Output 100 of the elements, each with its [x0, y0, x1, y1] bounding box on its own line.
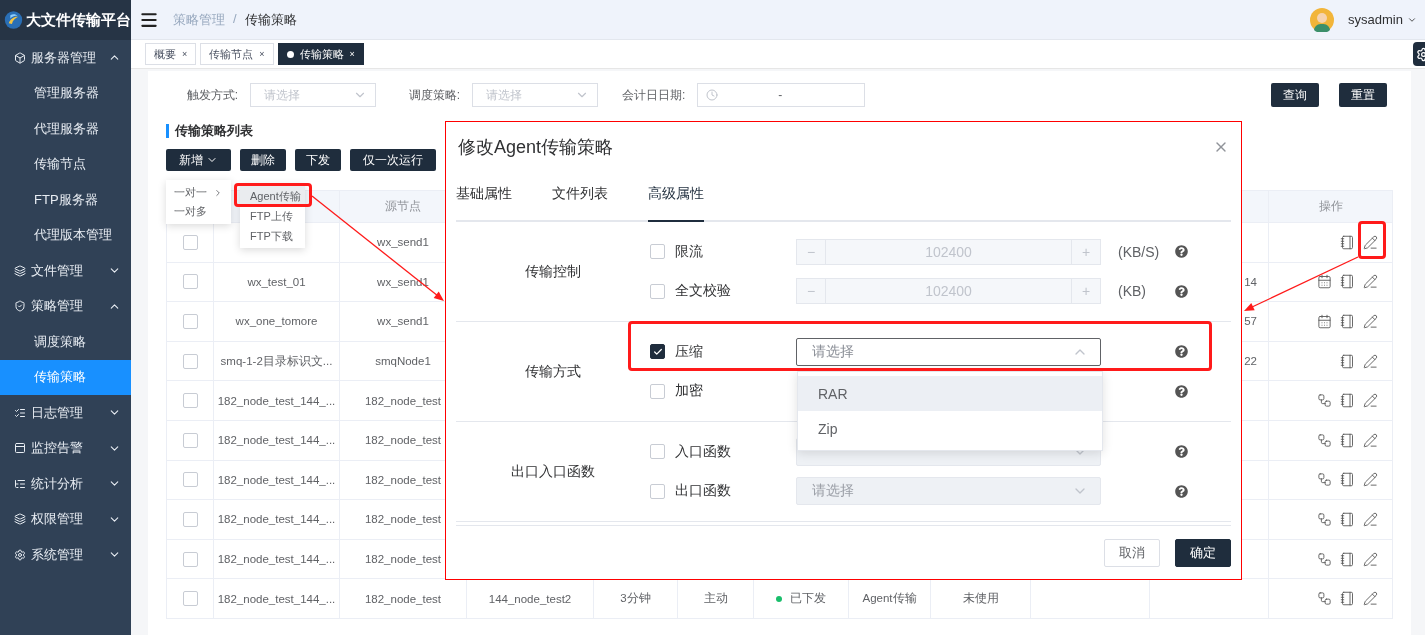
menu-group[interactable]: 文件管理 — [0, 253, 131, 289]
submenu-option[interactable]: FTP下载 — [240, 226, 305, 246]
calendar-icon[interactable] — [1317, 314, 1332, 329]
layers-icon — [14, 513, 26, 526]
panel-icon — [14, 442, 26, 455]
toolbar-button[interactable]: 下发 — [295, 149, 341, 171]
dropdown-option[interactable]: Zip — [798, 411, 1102, 446]
menu-group[interactable]: 统计分析 — [0, 466, 131, 502]
user-name[interactable]: sysadmin — [1348, 12, 1403, 27]
edit-icon[interactable] — [1363, 472, 1378, 488]
filter-button[interactable]: 重置 — [1339, 83, 1387, 107]
menu-item[interactable]: 调度策略 — [0, 324, 131, 360]
menu-item[interactable]: FTP服务器 — [0, 182, 131, 218]
edit-icon[interactable] — [1363, 432, 1378, 448]
help-icon[interactable] — [1175, 445, 1188, 459]
table-cell: 182_node_test_144_... — [214, 460, 340, 501]
toolbar-button[interactable]: 仅一次运行 — [350, 149, 436, 171]
menu-group[interactable]: 策略管理 — [0, 288, 131, 324]
cancel-button[interactable]: 取消 — [1104, 538, 1160, 567]
option-label: 加密 — [675, 382, 704, 401]
menu-group[interactable]: 监控告警 — [0, 430, 131, 466]
flow-icon[interactable] — [1317, 432, 1332, 448]
flow-icon[interactable] — [1317, 511, 1332, 527]
section-label: 传输方式 — [525, 362, 581, 381]
table-cell: smq-1-2目录标识文... — [214, 341, 340, 382]
edit-icon[interactable] — [1363, 591, 1378, 607]
edit-icon[interactable] — [1363, 234, 1378, 250]
help-icon[interactable] — [1175, 384, 1188, 398]
select-field[interactable]: 请选择 — [796, 337, 1101, 366]
avatar[interactable] — [1310, 7, 1335, 32]
menu-group[interactable]: 日志管理 — [0, 395, 131, 431]
edit-icon[interactable] — [1363, 393, 1378, 409]
page-tab[interactable]: 传输节点 × — [200, 43, 274, 65]
edit-icon[interactable] — [1363, 511, 1378, 527]
flow-icon[interactable] — [1317, 551, 1332, 567]
menu-option[interactable]: 一对多 — [166, 202, 231, 221]
edit-icon[interactable] — [1363, 353, 1378, 369]
list-icon — [14, 406, 26, 419]
close-icon[interactable]: × — [182, 49, 188, 59]
menu-option[interactable]: 一对一 — [166, 183, 231, 202]
notebook-icon[interactable] — [1340, 393, 1355, 409]
notebook-icon[interactable] — [1340, 234, 1355, 250]
notebook-icon[interactable] — [1340, 551, 1355, 567]
notebook-icon[interactable] — [1340, 274, 1355, 290]
dialog-tab[interactable]: 高级属性 — [648, 185, 704, 222]
notebook-icon[interactable] — [1340, 314, 1355, 329]
menu-item[interactable]: 代理版本管理 — [0, 217, 131, 253]
flow-icon[interactable] — [1317, 393, 1332, 409]
notebook-icon[interactable] — [1340, 511, 1355, 527]
option-label: 入口函数 — [675, 442, 732, 461]
flow-icon[interactable] — [1317, 472, 1332, 488]
shield-icon — [14, 300, 26, 313]
menu-group[interactable]: 系统管理 — [0, 537, 131, 573]
help-icon[interactable] — [1175, 284, 1188, 298]
date-range-field[interactable]: - — [697, 83, 866, 107]
menu-item[interactable]: 代理服务器 — [0, 111, 131, 147]
submenu-option[interactable]: FTP上传 — [240, 206, 305, 226]
flow-icon[interactable] — [1317, 591, 1332, 607]
filter-button[interactable]: 查询 — [1271, 83, 1319, 107]
toolbar-button[interactable]: 删除 — [240, 149, 286, 171]
settings-icon — [14, 548, 26, 561]
active-dot — [286, 50, 294, 58]
menu-group[interactable]: 服务器管理 — [0, 40, 131, 76]
page-tab[interactable]: 传输策略 × — [277, 43, 364, 65]
close-icon[interactable]: × — [349, 49, 355, 59]
submenu-option[interactable]: Agent传输 — [240, 186, 305, 206]
breadcrumb-item[interactable]: 传输策略 — [244, 10, 297, 29]
section-label: 传输控制 — [525, 262, 581, 281]
breadcrumb-separator: / — [233, 10, 237, 28]
option-label: 限流 — [675, 242, 704, 261]
option-label: 出口函数 — [675, 482, 732, 501]
section-label: 出口入口函数 — [511, 462, 595, 481]
calendar-icon[interactable] — [1317, 274, 1332, 290]
notebook-icon[interactable] — [1340, 472, 1355, 488]
notebook-icon[interactable] — [1340, 353, 1355, 369]
dropdown-option[interactable]: RAR — [798, 376, 1102, 411]
close-icon[interactable]: × — [259, 49, 265, 59]
option-label: 压缩 — [675, 342, 704, 361]
dialog-tab[interactable]: 文件列表 — [552, 185, 608, 222]
notebook-icon[interactable] — [1340, 591, 1355, 607]
add-button[interactable]: 新增 — [166, 149, 231, 171]
edit-icon[interactable] — [1363, 274, 1378, 290]
unit-label: (KB/S) — [1118, 243, 1160, 260]
table-cell: wx_test_01 — [214, 262, 340, 303]
status-text: 已下发 — [790, 591, 826, 607]
logo-icon — [4, 8, 23, 32]
checkbox[interactable] — [650, 344, 665, 360]
notebook-icon[interactable] — [1340, 432, 1355, 448]
dialog-title: 修改Agent传输策略 — [458, 136, 614, 159]
menu-item[interactable]: 管理服务器 — [0, 75, 131, 111]
help-icon[interactable] — [1175, 345, 1188, 359]
edit-icon[interactable] — [1363, 551, 1378, 567]
edit-icon[interactable] — [1363, 314, 1378, 329]
help-icon[interactable] — [1175, 484, 1188, 498]
list-icon — [14, 477, 26, 490]
menu-item[interactable]: 传输节点 — [0, 146, 131, 182]
menu-group[interactable]: 权限管理 — [0, 501, 131, 537]
confirm-button[interactable]: 确定 — [1175, 538, 1231, 567]
help-icon[interactable] — [1175, 245, 1188, 259]
page-tab[interactable]: 概要 × — [145, 43, 197, 65]
